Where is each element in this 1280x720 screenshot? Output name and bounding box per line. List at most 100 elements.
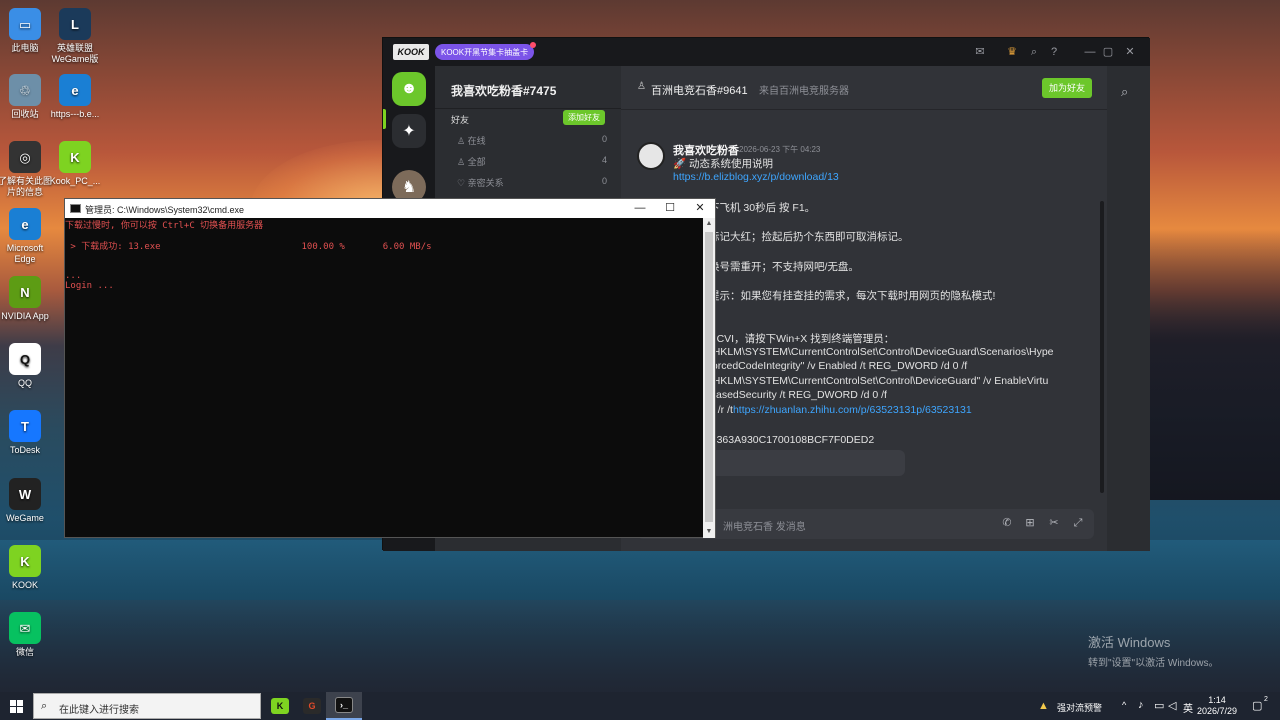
cmd-icon xyxy=(70,204,81,213)
cmd-title: 管理员: C:\Windows\System32\cmd.exe xyxy=(85,205,245,215)
promo-banner[interactable]: KOOK开黑节集卡抽盖卡 xyxy=(435,42,537,60)
message-input-placeholder: 洲电竞石香 发消息 xyxy=(723,522,806,533)
app-icon: Q xyxy=(9,343,41,375)
weather-alert[interactable]: 强对流预警 xyxy=(1057,701,1102,714)
desktop-icon[interactable]: ✉ 微信 xyxy=(0,612,56,658)
desktop-icon[interactable]: e Microsoft Edge xyxy=(0,208,56,265)
message-line: "HKLM\SYSTEM\CurrentControlSet\Control\D… xyxy=(709,346,1054,358)
chat-scrollbar[interactable] xyxy=(1100,201,1104,493)
desktop-icon-label: WeGame xyxy=(6,513,44,523)
kook-logo: KOOK xyxy=(393,44,429,60)
message-line: forcedCodeIntegrity" /v Enabled /t REG_D… xyxy=(709,360,968,372)
minimize-icon[interactable]: — xyxy=(625,200,655,217)
friend-row-count: 4 xyxy=(601,155,607,165)
friend-row-count: 0 xyxy=(601,176,607,186)
phone-icon[interactable]: ✆ xyxy=(1000,516,1014,530)
scroll-down-icon[interactable]: ▼ xyxy=(703,526,715,538)
download-link[interactable]: https://b.elizblog.xyz/p/download/13 xyxy=(673,171,839,183)
taskbar-search-placeholder: 在此键入进行搜索 xyxy=(59,705,139,716)
taskbar-app-kook[interactable]: K xyxy=(262,692,298,720)
friend-row-label: 在线 xyxy=(467,136,486,146)
app-icon: ♲ xyxy=(9,74,41,106)
avatar[interactable] xyxy=(637,142,665,170)
person-icon: ♙ xyxy=(457,136,468,146)
search-icon[interactable]: ⌕ xyxy=(1121,84,1128,100)
desktop-icon-label: https---b.e... xyxy=(50,109,100,119)
server-avatar-icon: ♞ xyxy=(401,179,417,196)
chevron-up-icon[interactable]: ^ xyxy=(1122,700,1126,710)
chat-origin: 来自百洲电竞服务器 xyxy=(759,86,849,97)
message-line: "HKLM\SYSTEM\CurrentControlSet\Control\D… xyxy=(709,375,1049,387)
close-icon[interactable]: ✕ xyxy=(685,200,715,217)
add-icon[interactable]: ⊞ xyxy=(1023,516,1037,530)
desktop-icon[interactable]: e https---b.e... xyxy=(44,74,106,120)
microphone-icon[interactable]: ♪ xyxy=(1138,699,1144,711)
app-icon: L xyxy=(59,8,91,40)
friend-row-label: 全部 xyxy=(467,157,486,167)
desktop-icon[interactable]: T ToDesk xyxy=(0,410,56,456)
g-app-icon: G xyxy=(303,698,321,714)
activate-title: 激活 Windows xyxy=(1088,635,1171,650)
cmd-scrollbar[interactable]: ▲ ▼ xyxy=(703,218,715,538)
desktop-icon[interactable]: K Kook_PC_... xyxy=(44,141,106,187)
app-icon: N xyxy=(9,276,41,308)
promo-dot xyxy=(530,42,537,48)
heart-icon: ♡ xyxy=(457,178,468,188)
home-button[interactable]: ☻ xyxy=(392,72,426,106)
cmd-output-line: > 下载成功: 13.exe 100.00 % 6.00 MB/s xyxy=(65,242,432,252)
cmd-output[interactable]: 下载过慢时, 你可以按 Ctrl+C 切换备用服务器 > 下载成功: 13.ex… xyxy=(65,218,703,538)
kook-titlebar: KOOK KOOK开黑节集卡抽盖卡 ✉ ♛ ⌕ ? — ▢ ✕ xyxy=(383,38,1150,66)
notification-icon[interactable]: ▢ xyxy=(1252,699,1262,712)
store-icon[interactable]: ♛ xyxy=(1005,45,1019,59)
scroll-up-icon[interactable]: ▲ xyxy=(703,218,715,230)
scroll-thumb[interactable] xyxy=(705,232,713,522)
zhihu-link[interactable]: https://zhuanlan.zhihu.com/p/63523131p/6… xyxy=(733,404,972,416)
chat-bubble-icon: ☻ xyxy=(400,80,418,97)
friend-row-all[interactable]: ♙ 全部 4 xyxy=(457,155,607,168)
scissors-icon[interactable]: ✂ xyxy=(1047,516,1061,530)
desktop-icon[interactable]: W WeGame xyxy=(0,478,56,524)
desktop-icon[interactable]: N NVIDIA App xyxy=(0,276,56,322)
minimize-icon[interactable]: — xyxy=(1083,45,1097,59)
taskbar-app-g[interactable]: G xyxy=(294,692,330,720)
discover-button[interactable]: ✦ xyxy=(392,114,426,148)
app-icon: ▭ xyxy=(9,8,41,40)
cmd-titlebar[interactable]: 管理员: C:\Windows\System32\cmd.exe — ☐ ✕ xyxy=(65,199,715,218)
message-time: 2026-06-23 下午 04:23 xyxy=(739,145,821,154)
message-title: 🚀 动态系统使用说明 xyxy=(673,158,773,170)
promo-text: KOOK开黑节集卡抽盖卡 xyxy=(441,47,529,57)
desktop-icon-label: Microsoft Edge xyxy=(6,243,44,264)
close-icon[interactable]: ✕ xyxy=(1123,45,1137,59)
maximize-icon[interactable]: ☐ xyxy=(655,200,685,217)
taskbar-app-cmd[interactable]: ›_ xyxy=(326,692,362,720)
desktop-icon[interactable]: Q QQ xyxy=(0,343,56,389)
desktop-icon-label: ToDesk xyxy=(9,445,40,455)
clock-date: 2026/7/29 xyxy=(1196,706,1238,716)
app-icon: K xyxy=(59,141,91,173)
network-icon[interactable]: ▭ xyxy=(1154,699,1164,712)
maximize-icon[interactable]: ▢ xyxy=(1101,45,1115,59)
kook-icon: K xyxy=(271,698,289,714)
friend-row-label: 亲密关系 xyxy=(467,178,504,188)
add-friend-button[interactable]: 添加好友 xyxy=(563,110,605,125)
friend-row-close[interactable]: ♡ 亲密关系 0 xyxy=(457,176,607,189)
chat-header: ♙ 百洲电竞石香#9641 来自百洲电竞服务器 加为好友 xyxy=(621,66,1107,110)
inbox-icon[interactable]: ✉ xyxy=(973,45,987,59)
clock[interactable]: 1:14 2026/7/29 xyxy=(1192,695,1242,717)
user-icon: ♙ xyxy=(637,81,646,92)
terminal-icon: ›_ xyxy=(335,697,353,713)
people-icon: ♙ xyxy=(457,157,468,167)
friend-row-online[interactable]: ♙ 在线 0 xyxy=(457,134,607,147)
taskbar-search-box[interactable]: ⌕ 在此键入进行搜索 xyxy=(33,693,261,719)
volume-icon[interactable]: ◁ xyxy=(1168,699,1176,712)
expand-icon[interactable]: ⤢ xyxy=(1071,516,1085,530)
help-icon[interactable]: ? xyxy=(1047,45,1061,59)
app-icon: e xyxy=(59,74,91,106)
add-as-friend-button[interactable]: 加为好友 xyxy=(1042,78,1093,98)
windows-start-icon[interactable] xyxy=(10,700,23,713)
search-icon[interactable]: ⌕ xyxy=(1027,45,1041,59)
desktop-icon[interactable]: L 英雄联盟 WeGame版 xyxy=(44,8,106,65)
warning-icon[interactable]: ▲ xyxy=(1038,700,1049,712)
desktop-icon[interactable]: K KOOK xyxy=(0,545,56,591)
friends-header: 好友 xyxy=(451,115,470,125)
